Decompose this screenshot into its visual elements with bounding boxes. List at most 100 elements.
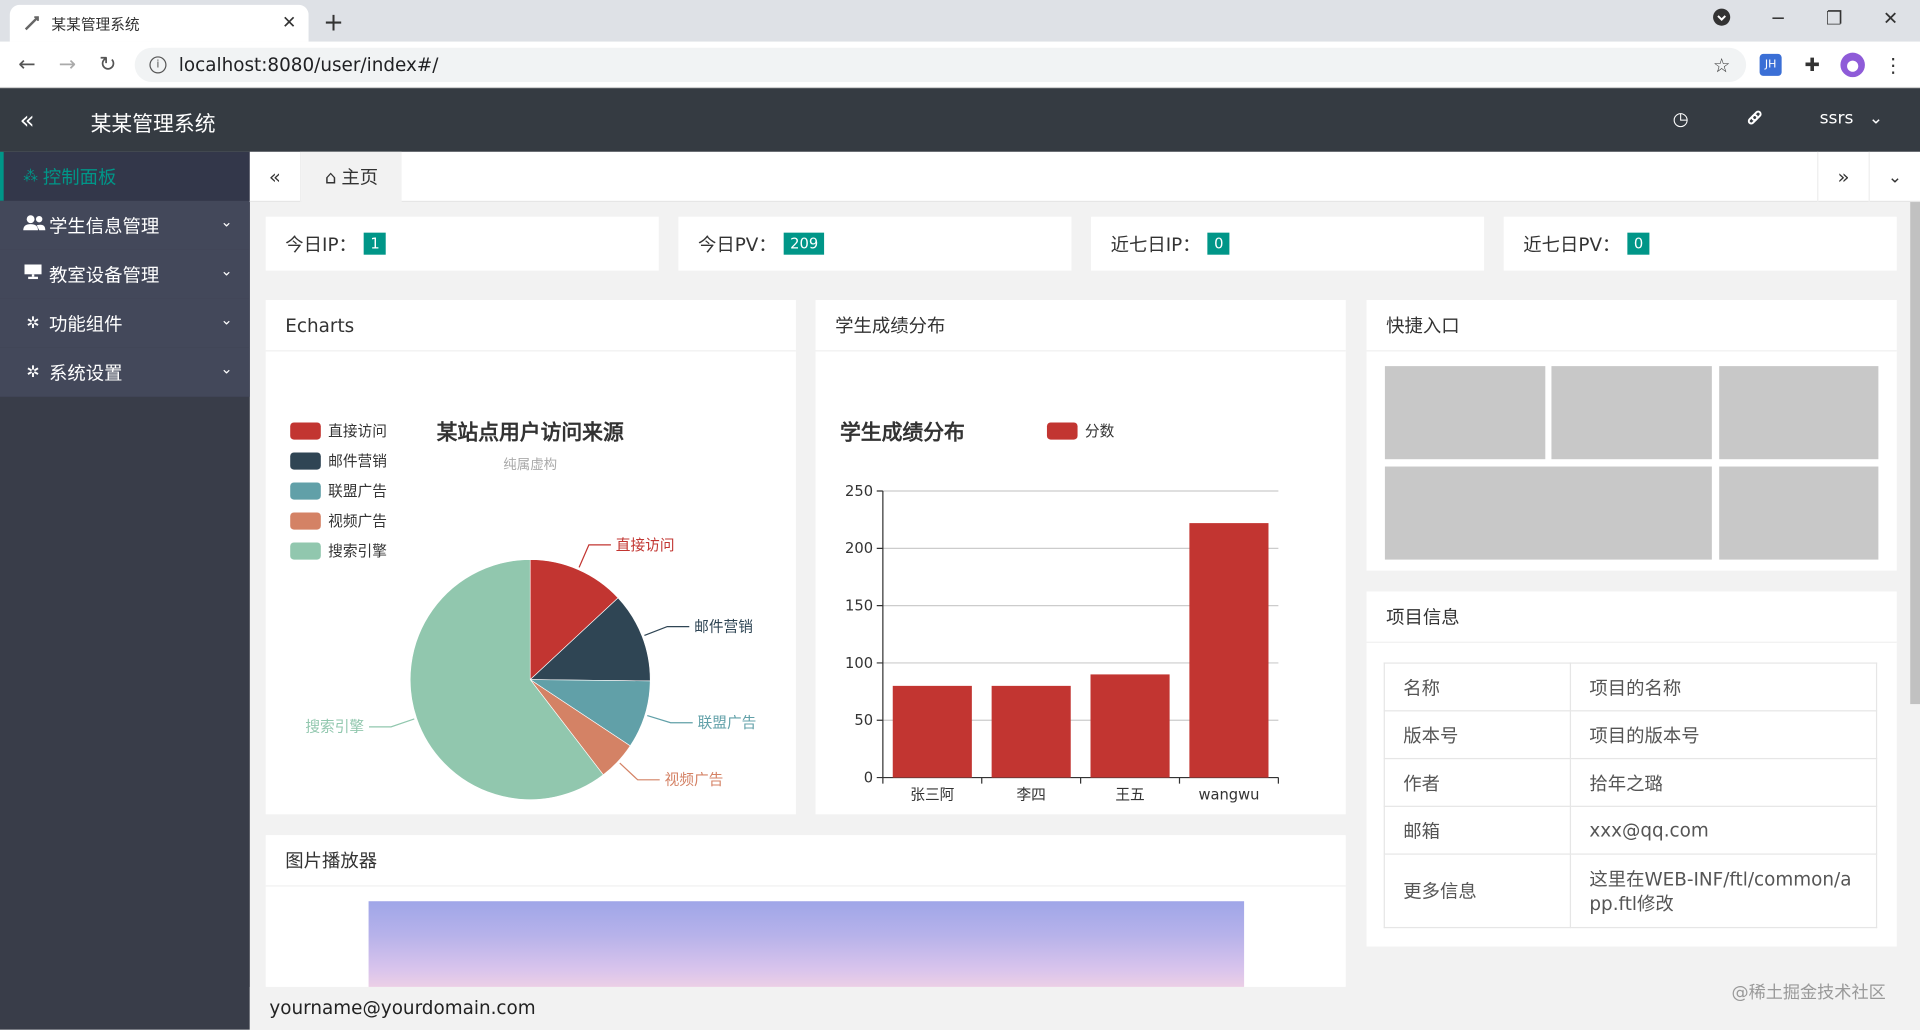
info-value: xxx@qq.com [1569,805,1878,855]
tabs-scroll-left-icon[interactable]: « [250,151,302,203]
chevron-down-icon: ⌄ [220,311,233,329]
quick-entry-tile[interactable] [1719,366,1879,460]
app-title: 某某管理系统 [90,112,216,138]
legend-label: 联盟广告 [328,483,387,500]
browser-tab-strip: 某某管理系统 ✕ + ─ ❐ ✕ [0,0,1920,42]
chart-subtitle: 纯属虚构 [503,457,557,473]
back-icon[interactable]: ← [15,53,39,77]
stat-today-pv: 今日PV： 209 [678,216,1072,271]
legend-swatch [290,422,321,440]
pie-label: 邮件营销 [694,618,753,635]
close-tab-icon[interactable]: ✕ [282,13,296,33]
jh-extension-icon[interactable]: JH [1759,53,1782,76]
new-tab-icon[interactable]: + [323,7,344,36]
chevron-down-icon: ⌄ [220,262,233,280]
page-tabs-bar: « ⌂ 主页 » ⌄ [249,151,1920,203]
bar [991,685,1071,778]
y-tick-label: 100 [845,655,873,672]
link-icon[interactable] [1745,108,1765,132]
pie-label: 直接访问 [616,537,675,554]
collapse-sidebar-icon[interactable]: « [20,105,35,134]
gear-icon: ✲ [26,363,40,382]
stat-badge: 0 [1207,232,1230,255]
pie-label-line [619,762,660,781]
profile-avatar-icon[interactable]: ● [1840,52,1865,78]
card-title: 图片播放器 [265,835,1346,887]
image-player-card: 图片播放器 [265,835,1346,987]
stat-label: 近七日PV： [1523,233,1621,256]
url-field[interactable]: i localhost:8080/user/index#/ [134,47,1747,83]
y-tick-label: 200 [845,540,873,557]
info-value: 拾年之璐 [1569,757,1878,807]
info-key: 作者 [1383,757,1572,807]
y-tick-label: 150 [845,598,873,615]
tab-home-label: 主页 [341,166,379,189]
sidebar-item-components[interactable]: ✲ 功能组件 ⌄ [0,298,250,348]
legend-label: 直接访问 [328,423,387,440]
bookmark-star-icon[interactable]: ☆ [1709,53,1733,77]
sidebar-item-students[interactable]: 学生信息管理 ⌄ [0,200,250,250]
quick-entry-tile[interactable] [1384,466,1712,560]
address-bar-row: ← → ↻ i localhost:8080/user/index#/ ☆ JH… [0,41,1920,89]
pie-chart: 某站点用户访问来源纯属虚构直接访问邮件营销联盟广告视频广告搜索引擎 直接访问邮件营… [290,421,756,800]
quick-entry-card: 快捷入口 [1366,300,1897,571]
sidebar-item-classroom[interactable]: 教室设备管理 ⌄ [0,249,250,299]
window-close-icon[interactable]: ✕ [1876,7,1905,29]
legend-swatch [290,482,321,500]
jh-extension-label: JH [1764,58,1777,72]
sidebar: ⁂ 控制面板 学生信息管理 ⌄ 教室设备管理 ⌄ ✲ 功能组件 ⌄ ✲ 系统设置… [0,151,250,1030]
home-icon: ⌂ [324,165,337,188]
bar [1090,674,1170,778]
browser-menu-icon[interactable]: ⋮ [1881,53,1905,77]
tabs-scroll-right-icon[interactable]: » [1817,151,1868,203]
watermark: @稀土掘金技术社区 [1731,983,1886,1003]
bar-chart: 学生成绩分布 分数 0 50 100 150 200 250 张三阿 李四 王五 wangwu [840,421,1279,804]
info-value: 项目的名称 [1569,662,1878,712]
card-title: 学生成绩分布 [815,300,1346,352]
tab-search-icon[interactable] [1707,7,1736,31]
minimize-icon[interactable]: ─ [1763,7,1792,29]
pie-label: 搜索引擎 [305,719,364,736]
legend-swatch [290,542,321,560]
sidebar-item-label: 控制面板 [42,165,117,188]
browser-tab-title: 某某管理系统 [51,15,140,33]
clock-icon[interactable]: ◷ [1673,108,1689,130]
page-scrollbar[interactable] [1910,202,1920,705]
legend-swatch [1046,422,1078,440]
pie-label-line [369,718,415,728]
chevron-down-icon: ⌄ [1868,108,1884,129]
gear-icon: ✲ [26,314,40,333]
table-row: 邮箱 xxx@qq.com [1383,805,1878,855]
x-tick-label: 王五 [1115,787,1144,804]
extensions-puzzle-icon[interactable]: ✚ [1800,53,1824,77]
stat-label: 今日IP： [285,233,357,256]
pie-label-line [647,714,693,724]
quick-entry-tile[interactable] [1384,366,1546,460]
card-title: Echarts [265,300,796,352]
sidebar-item-label: 教室设备管理 [48,263,160,286]
sidebar-item-dashboard[interactable]: ⁂ 控制面板 [0,151,250,201]
restore-icon[interactable]: ❐ [1820,7,1849,29]
pie-label: 视频广告 [665,772,724,789]
scores-card: 学生成绩分布 学生成绩分布 分数 0 50 100 150 200 250 张三阿 李四 王五 wan… [815,300,1346,815]
legend-swatch [290,452,321,470]
chart-title: 学生成绩分布 [840,421,965,445]
info-key: 名称 [1383,662,1572,712]
forward-icon[interactable]: → [55,53,79,77]
user-name: ssrs [1819,108,1854,129]
sidebar-item-settings[interactable]: ✲ 系统设置 ⌄ [0,347,250,397]
browser-tab[interactable]: 某某管理系统 ✕ [9,4,309,42]
quick-entry-tile[interactable] [1719,466,1879,560]
carousel-image[interactable] [368,901,1245,987]
tab-home[interactable]: ⌂ 主页 [301,151,402,203]
tabs-menu-icon[interactable]: ⌄ [1868,151,1920,203]
sidebar-item-label: 系统设置 [48,361,123,384]
legend-swatch [290,512,321,530]
stat-today-ip: 今日IP： 1 [265,216,659,271]
url-text: localhost:8080/user/index#/ [178,53,439,76]
user-menu[interactable]: ssrs ⌄ [1820,109,1883,129]
site-info-icon[interactable]: i [149,56,167,74]
reload-icon[interactable]: ↻ [96,53,120,77]
quick-entry-tile[interactable] [1551,366,1712,460]
y-tick-label: 250 [845,483,873,500]
